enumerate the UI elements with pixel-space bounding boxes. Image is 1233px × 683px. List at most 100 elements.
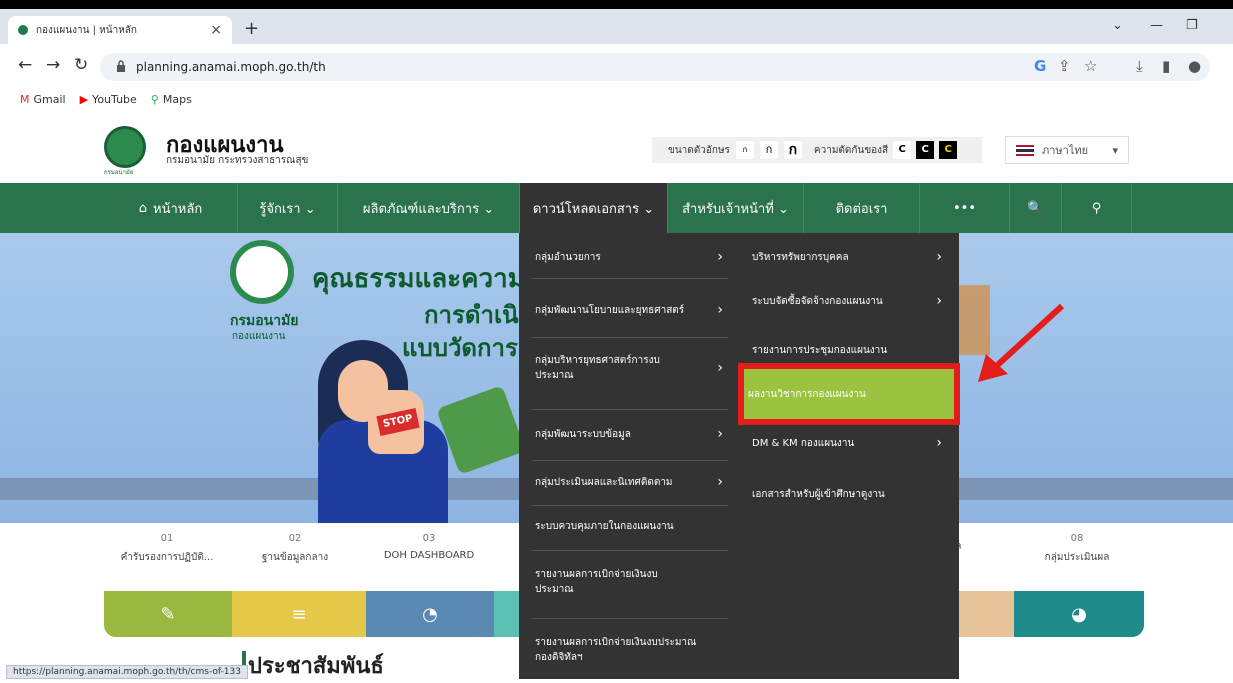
- chevron-right-icon: ›: [936, 293, 942, 309]
- thai-flag-icon: [1016, 144, 1034, 156]
- profile-avatar-icon[interactable]: ●: [1188, 57, 1201, 75]
- logo-caption: กรมอนามัย: [104, 169, 134, 176]
- quick-link-label: กลุ่มประเมินผล: [1044, 552, 1110, 563]
- dropdown-item[interactable]: รายงานผลการเบิกจ่ายเงินงบประมาณ: [535, 562, 695, 602]
- nav-label: 🔍: [1027, 200, 1044, 216]
- category-tile-2[interactable]: ≡: [232, 591, 366, 637]
- home-icon: ⌂: [138, 200, 148, 216]
- search-icon[interactable]: 🔍: [1010, 183, 1062, 233]
- dropdown-item-label: กลุ่มพัฒนาระบบข้อมูล: [535, 428, 631, 440]
- side-panel-icon[interactable]: ▮: [1162, 57, 1170, 75]
- dropdown-item[interactable]: กลุ่มอำนวยการ ›: [535, 247, 723, 267]
- nav-downloads[interactable]: ดาวน์โหลดเอกสาร ⌄: [520, 183, 668, 233]
- contrast-yellow-button[interactable]: C: [939, 141, 958, 159]
- edit-icon: ✎: [160, 603, 176, 625]
- maps-icon: ⚲: [150, 92, 159, 106]
- dropdown-item[interactable]: รายงานผลการเบิกจ่ายเงินงบประมาณ กองดิจิท…: [535, 630, 705, 670]
- status-bar-url: https://planning.anamai.moph.go.th/th/cm…: [6, 665, 248, 679]
- window-top-edge: [0, 0, 1233, 9]
- pie-chart-icon: ◕: [1071, 603, 1087, 625]
- bookmark-maps[interactable]: ⚲ Maps: [151, 93, 192, 106]
- dropdown-item[interactable]: เอกสารสำหรับผู้เข้าศึกษาดูงาน: [752, 484, 942, 504]
- dropdown-item[interactable]: กลุ่มพัฒนานโยบายและยุทธศาสตร์ ›: [535, 291, 723, 329]
- contrast-label: ความตัดกันของสี: [813, 144, 889, 156]
- bookmark-label: Gmail: [33, 92, 66, 106]
- chevron-down-icon: ▾: [1112, 143, 1118, 157]
- dropdown-item-label: รายงานผลการเบิกจ่ายเงินงบประมาณ: [535, 569, 658, 595]
- more-icon[interactable]: •••: [920, 183, 1010, 233]
- dropdown-item-label: รายงานผลการเบิกจ่ายเงินงบประมาณ กองดิจิท…: [535, 637, 697, 663]
- quick-link-2[interactable]: 02 ฐานข้อมูลกลาง: [232, 533, 358, 565]
- category-tile-8[interactable]: ◕: [1014, 591, 1144, 637]
- bookmark-label: YouTube: [92, 92, 137, 106]
- bookmark-youtube[interactable]: ▶ YouTube: [80, 93, 137, 106]
- nav-products[interactable]: ผลิตภัณฑ์และบริการ ⌄: [338, 183, 520, 233]
- minimize-icon[interactable]: —: [1150, 18, 1163, 33]
- nav-contact[interactable]: ติดต่อเรา: [804, 183, 920, 233]
- font-size-large-button[interactable]: ก: [783, 141, 802, 159]
- font-size-medium-button[interactable]: ก: [759, 141, 778, 159]
- nav-label: สำหรับเจ้าหน้าที่ ⌄: [682, 201, 789, 217]
- quick-link-1[interactable]: 01 คำรับรองการปฏิบัติ...: [104, 533, 230, 565]
- quick-link-3[interactable]: 03 DOH DASHBOARD: [366, 533, 492, 561]
- youtube-icon: ▶: [79, 92, 89, 106]
- close-tab-icon[interactable]: ×: [210, 22, 222, 38]
- quick-link-number: 02: [288, 533, 302, 544]
- nav-label: ดาวน์โหลดเอกสาร ⌄: [532, 201, 655, 217]
- nav-home[interactable]: ⌂ หน้าหลัก: [104, 183, 238, 233]
- category-tile-3[interactable]: ◔: [366, 591, 494, 637]
- accessibility-toolbar: ขนาดตัวอักษร ก ก ก ความตัดกันของสี C C C: [652, 137, 982, 163]
- share-icon[interactable]: ⇪: [1058, 57, 1071, 75]
- bookmarks-bar: M Gmail ▶ YouTube ⚲ Maps: [0, 88, 1233, 110]
- site-subtitle: กรมอนามัย กระทรวงสาธารณสุข: [166, 155, 309, 166]
- new-tab-button[interactable]: +: [244, 18, 259, 39]
- font-size-small-button[interactable]: ก: [735, 141, 754, 159]
- nav-about[interactable]: รู้จักเรา ⌄: [238, 183, 338, 233]
- download-icon[interactable]: ⤓: [1136, 57, 1143, 75]
- forward-icon[interactable]: →: [46, 55, 60, 75]
- dropdown-item[interactable]: DM & KM กองแผนงาน ›: [752, 433, 942, 453]
- department-logo[interactable]: [104, 126, 146, 168]
- dropdown-item[interactable]: รายงานการประชุมกองแผนงาน: [752, 340, 942, 360]
- hero-logo-icon: [230, 240, 294, 304]
- bookmark-star-icon[interactable]: ☆: [1084, 57, 1097, 75]
- nav-label: รู้จักเรา ⌄: [259, 201, 316, 217]
- chevron-right-icon: ›: [717, 360, 723, 376]
- quick-link-label: ฐานข้อมูลกลาง: [261, 552, 329, 563]
- dropdown-item[interactable]: ระบบจัดซื้อจัดจ้างกองแผนงาน ›: [752, 291, 942, 311]
- address-url[interactable]: planning.anamai.moph.go.th/th: [136, 60, 326, 74]
- back-icon[interactable]: ←: [18, 55, 32, 75]
- reload-icon[interactable]: ↻: [74, 55, 88, 75]
- dropdown-item[interactable]: กลุ่มบริหารยุทธศาสตร์การงบประมาณ ›: [535, 348, 723, 388]
- quick-link-label: DOH DASHBOARD: [383, 550, 475, 561]
- browser-tab[interactable]: กองแผนงาน | หน้าหลัก ×: [8, 16, 232, 44]
- dropdown-item[interactable]: กลุ่มพัฒนาระบบข้อมูล ›: [535, 424, 723, 444]
- dashboard-icon: ◔: [422, 603, 438, 625]
- nav-label: ติดต่อเรา: [835, 201, 888, 217]
- tab-search-icon[interactable]: ⌄: [1112, 18, 1123, 33]
- dropdown-item-label: บริหารทรัพยากรบุคคล: [752, 251, 849, 263]
- contrast-normal-button[interactable]: C: [893, 141, 912, 159]
- dropdown-divider: [532, 505, 728, 506]
- category-tile-7[interactable]: [959, 591, 1014, 637]
- lock-icon: [117, 60, 125, 72]
- dropdown-item[interactable]: บริหารทรัพยากรบุคคล ›: [752, 247, 942, 267]
- google-icon[interactable]: G: [1034, 57, 1046, 75]
- chevron-right-icon: ›: [717, 249, 723, 265]
- dropdown-item[interactable]: กลุ่มประเมินผลและนิเทศติดตาม ›: [535, 472, 723, 492]
- nav-label: หน้าหลัก: [153, 201, 203, 217]
- nav-staff[interactable]: สำหรับเจ้าหน้าที่ ⌄: [668, 183, 804, 233]
- category-tile-1[interactable]: ✎: [104, 591, 232, 637]
- bookmark-gmail[interactable]: M Gmail: [20, 93, 66, 106]
- dropdown-item-label: เอกสารสำหรับผู้เข้าศึกษาดูงาน: [752, 488, 885, 500]
- quick-link-8[interactable]: 08 กลุ่มประเมินผล: [1014, 533, 1140, 565]
- contrast-dark-button[interactable]: C: [916, 141, 935, 159]
- chevron-right-icon: ›: [717, 302, 723, 318]
- language-select[interactable]: ภาษาไทย ▾: [1005, 136, 1129, 164]
- category-tile-4[interactable]: [494, 591, 519, 637]
- dropdown-item[interactable]: ระบบควบคุมภายในกองแผนงาน: [535, 516, 723, 536]
- dropdown-divider: [532, 550, 728, 551]
- quick-link-number: 08: [1070, 533, 1084, 544]
- sitemap-icon[interactable]: ⚲: [1062, 183, 1132, 233]
- restore-icon[interactable]: ❐: [1186, 18, 1198, 33]
